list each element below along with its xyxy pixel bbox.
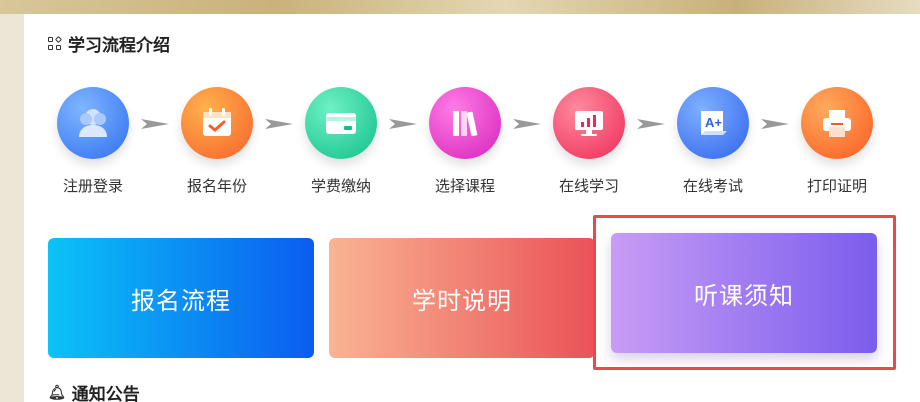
flow-section-title-text: 学习流程介绍: [68, 36, 170, 56]
arrow-icon: [637, 119, 665, 129]
card-label: 听课须知: [694, 281, 794, 310]
step-label: 报名年份: [186, 177, 247, 195]
step-label: 学费缴纳: [310, 177, 371, 195]
step-label: 在线学习: [558, 177, 619, 195]
monitor-chart-icon: [553, 87, 625, 159]
user-icon: [57, 87, 129, 159]
printer-icon: [801, 87, 873, 159]
arrow-icon: [513, 119, 541, 129]
arrow-icon: [389, 119, 417, 129]
lecture-notes-card[interactable]: 听课须知: [611, 233, 877, 353]
enrollment-process-card[interactable]: 报名流程: [48, 238, 314, 358]
top-banner-image: [0, 0, 920, 14]
step-label: 注册登录: [62, 177, 123, 195]
step-online-exam[interactable]: A+ 在线考试: [665, 87, 761, 196]
notice-section-title: 🔔︎ 通知公告: [48, 380, 140, 402]
step-enroll-year[interactable]: 报名年份: [169, 87, 265, 196]
bell-icon: 🔔︎: [48, 384, 66, 401]
card-label: 报名流程: [131, 286, 231, 315]
arrow-icon: [141, 119, 169, 129]
card-label: 学时说明: [412, 286, 512, 315]
step-label: 打印证明: [806, 177, 867, 195]
credit-hours-card[interactable]: 学时说明: [329, 238, 595, 358]
step-label: 选择课程: [434, 177, 495, 195]
books-icon: [429, 87, 501, 159]
notice-section-title-text: 通知公告: [71, 385, 140, 402]
exam-icon: A+: [677, 87, 749, 159]
step-print-certificate[interactable]: 打印证明: [789, 87, 885, 196]
credit-card-icon: [305, 87, 377, 159]
step-tuition-payment[interactable]: 学费缴纳: [293, 87, 389, 196]
arrow-icon: [265, 119, 293, 129]
step-register-login[interactable]: 注册登录: [45, 87, 141, 196]
step-label: 在线考试: [682, 177, 743, 195]
calendar-check-icon: [181, 87, 253, 159]
arrow-icon: [761, 119, 789, 129]
apps-grid-icon: [48, 35, 63, 51]
svg-text:A+: A+: [705, 115, 722, 130]
step-select-course[interactable]: 选择课程: [417, 87, 513, 196]
flow-section-title: 学习流程介绍: [48, 31, 170, 56]
step-online-learning[interactable]: 在线学习: [541, 87, 637, 196]
